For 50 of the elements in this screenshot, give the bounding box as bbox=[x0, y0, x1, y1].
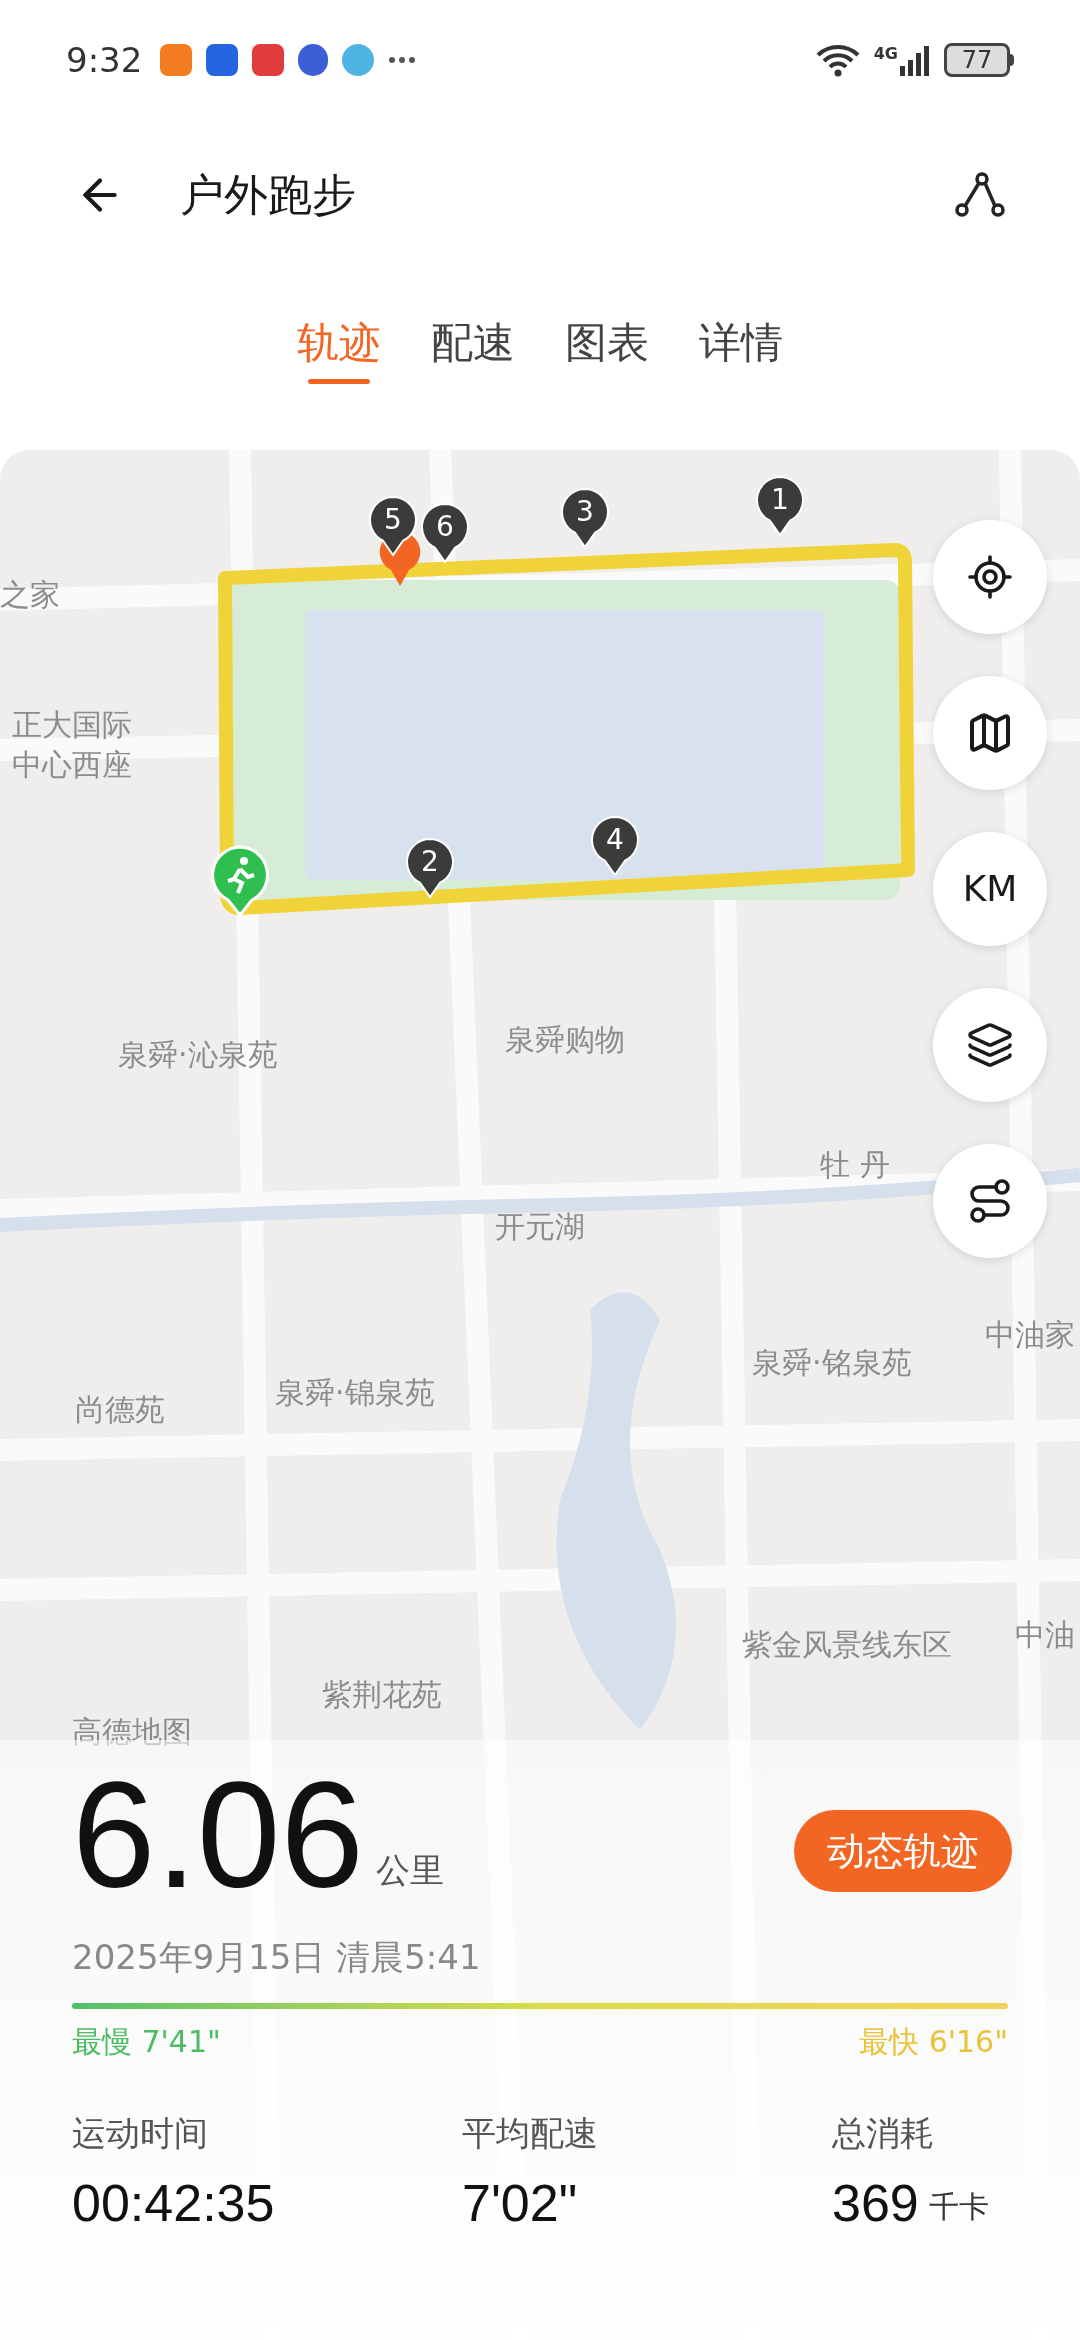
stat-unit: 千卡 bbox=[928, 2188, 989, 2226]
map-label: 紫金风景线东区 bbox=[742, 1626, 952, 1664]
tab[interactable]: 图表 bbox=[565, 315, 649, 385]
app-notification-icon bbox=[342, 44, 375, 76]
layers-icon bbox=[966, 1021, 1014, 1069]
stat-value: 00:42:35 bbox=[72, 2173, 275, 2233]
map-label: 尚德苑 bbox=[75, 1391, 165, 1429]
map-label: 开元湖 bbox=[495, 1208, 585, 1246]
map-pin: 1 bbox=[755, 475, 805, 537]
signal-icon bbox=[900, 44, 930, 76]
tab[interactable]: 详情 bbox=[699, 315, 783, 385]
map-label: 中油家 bbox=[985, 1316, 1075, 1354]
stat-label: 运动时间 bbox=[72, 2112, 209, 2155]
map-label: 中油 bbox=[1015, 1616, 1075, 1654]
stat-value: 7'02" bbox=[462, 2173, 578, 2233]
battery-indicator: 77 bbox=[944, 43, 1014, 77]
map-label: 泉舜·沁泉苑 bbox=[118, 1036, 278, 1074]
map-label: 泉舜·铭泉苑 bbox=[752, 1344, 912, 1382]
map-label: 紫荆花苑 bbox=[322, 1676, 442, 1714]
network-label: 4G bbox=[873, 46, 898, 62]
map-pin: 3 bbox=[560, 487, 610, 549]
app-notification-icon bbox=[206, 44, 239, 76]
map-label: 之家 bbox=[0, 576, 60, 614]
map-label: 泉舜购物 bbox=[505, 1021, 625, 1059]
map-label: 泉舜·锦泉苑 bbox=[275, 1374, 435, 1412]
status-time: 9:32 bbox=[66, 38, 143, 82]
page-title: 户外跑步 bbox=[180, 168, 356, 222]
map-pin: 2 bbox=[405, 837, 455, 899]
map-label: 高德地图 bbox=[72, 1713, 192, 1751]
map-pin: 5 bbox=[368, 495, 418, 557]
map-label: 牡 丹 bbox=[820, 1146, 890, 1184]
distance-value: 6.06 bbox=[72, 1760, 364, 1910]
stat-label: 平均配速 bbox=[462, 2112, 599, 2155]
slowest-pace: 最慢 7'41" bbox=[72, 2023, 221, 2061]
fastest-pace: 最快 6'16" bbox=[859, 2023, 1008, 2061]
workout-date: 2025年9月15日 清晨5:41 bbox=[72, 1936, 482, 1979]
stat-value: 369 bbox=[832, 2173, 919, 2233]
app-notification-icon bbox=[160, 44, 193, 76]
more-icon bbox=[388, 56, 417, 64]
wifi-icon bbox=[815, 43, 860, 77]
map-pin: 6 bbox=[420, 502, 470, 564]
stat-label: 总消耗 bbox=[832, 2112, 935, 2155]
start-pin-icon bbox=[210, 845, 270, 917]
locate-icon bbox=[966, 553, 1014, 601]
map-pin: 4 bbox=[590, 815, 640, 877]
tab[interactable]: 配速 bbox=[431, 315, 515, 385]
map-label: 正大国际中心西座 bbox=[12, 706, 133, 784]
route-share-icon[interactable] bbox=[955, 172, 1005, 218]
distance-unit: 公里 bbox=[375, 1849, 444, 1892]
app-notification-icon bbox=[252, 44, 285, 76]
